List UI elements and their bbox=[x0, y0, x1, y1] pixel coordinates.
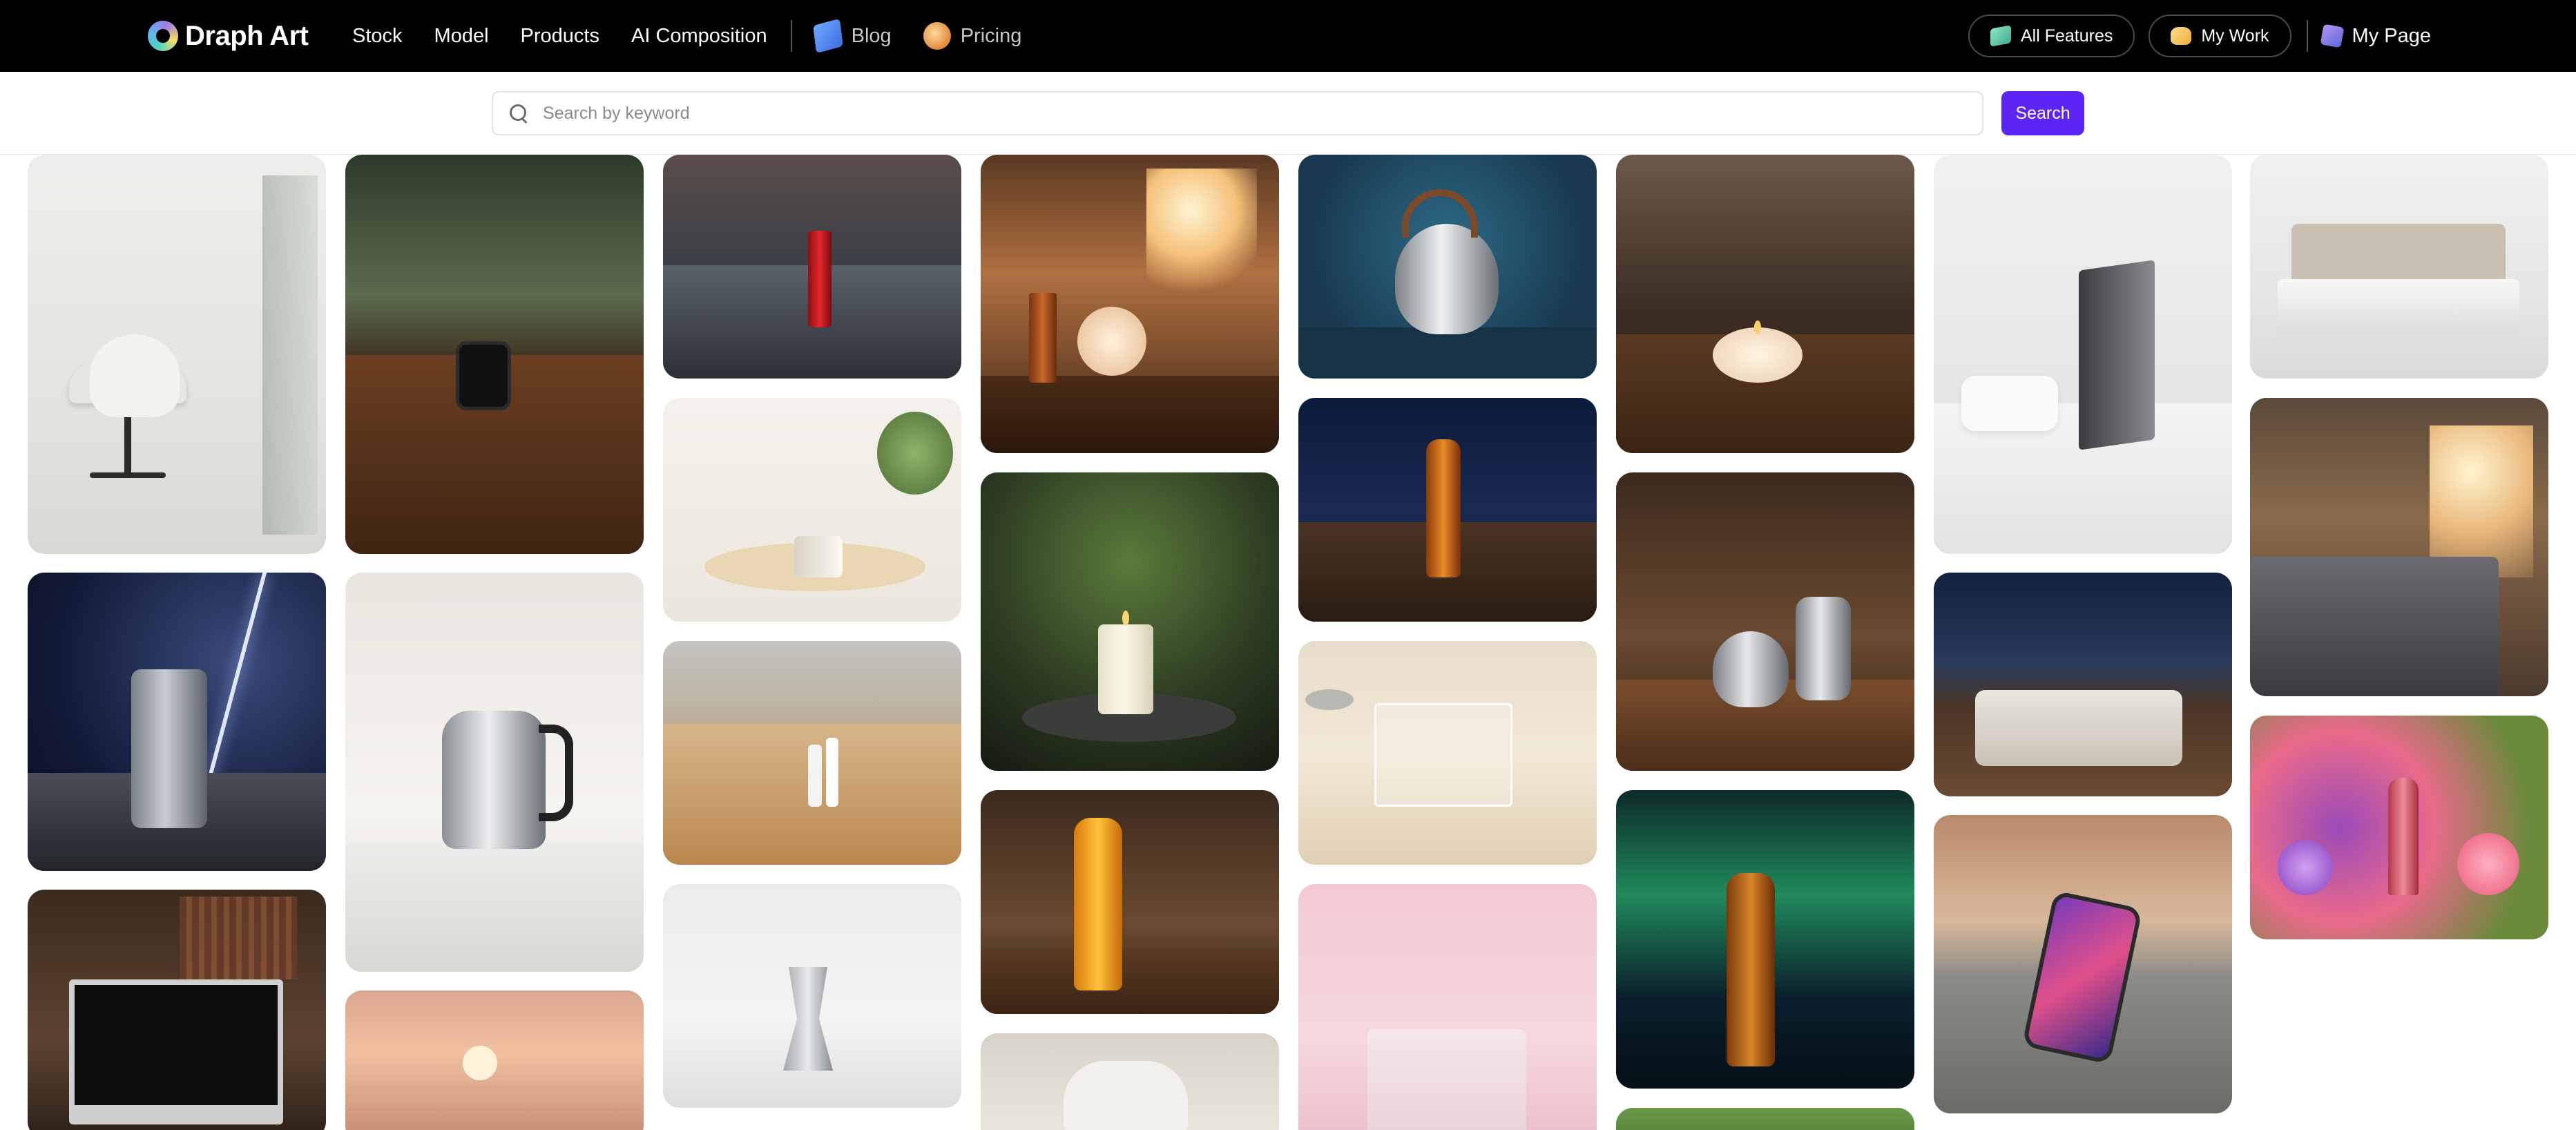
all-features-label: All Features bbox=[2021, 26, 2113, 46]
nav-stock[interactable]: Stock bbox=[352, 25, 403, 48]
gallery-image-acrylic-box[interactable] bbox=[1298, 641, 1597, 865]
gallery-image-moka-pot[interactable] bbox=[663, 884, 961, 1108]
nav-right: All Features My Work My Page bbox=[1954, 0, 2431, 72]
nav-divider bbox=[2306, 20, 2308, 52]
gallery-image-cafe-candle[interactable] bbox=[1616, 155, 1914, 453]
gallery-image-smartwatch-table[interactable] bbox=[345, 155, 644, 554]
search-input[interactable] bbox=[543, 94, 1982, 133]
features-icon bbox=[1990, 25, 2011, 47]
gallery-image-steaming-kettle[interactable] bbox=[1298, 155, 1597, 379]
search-icon bbox=[508, 103, 529, 124]
gallery-image-pink-box[interactable] bbox=[1298, 884, 1597, 1130]
main-nav: Stock Model Products AI Composition Blog… bbox=[352, 0, 1053, 72]
gallery-image-orange-juice-bottle[interactable] bbox=[981, 790, 1279, 1014]
nav-divider bbox=[790, 20, 792, 52]
nav-blog-label: Blog bbox=[851, 24, 892, 47]
search-box bbox=[492, 91, 1983, 135]
nav-products[interactable]: Products bbox=[521, 25, 599, 48]
gallery-image-twin-kettles[interactable] bbox=[1616, 472, 1914, 771]
folder-icon bbox=[2171, 27, 2192, 45]
gallery-image-lightning-can[interactable] bbox=[28, 573, 326, 871]
gallery-image-street-lip-balm[interactable] bbox=[663, 155, 961, 379]
gallery-image-beer-night-balcony[interactable] bbox=[1298, 398, 1597, 622]
my-page-link[interactable]: My Page bbox=[2320, 23, 2431, 48]
blog-icon bbox=[812, 18, 843, 54]
gallery-image-beer-aurora[interactable] bbox=[1616, 790, 1914, 1089]
search-bar-section: Search bbox=[0, 72, 2576, 155]
top-navbar: Draph Art Stock Model Products AI Compos… bbox=[0, 0, 2576, 72]
my-work-button[interactable]: My Work bbox=[2149, 15, 2291, 57]
search-button[interactable]: Search bbox=[2001, 91, 2084, 135]
gallery-image-white-chair[interactable] bbox=[981, 1033, 1279, 1130]
gallery-image-lipstick-flowers[interactable] bbox=[2250, 716, 2548, 939]
brand-name: Draph Art bbox=[185, 20, 309, 51]
nav-pricing[interactable]: Pricing bbox=[923, 22, 1022, 50]
nav-ai-composition[interactable]: AI Composition bbox=[631, 25, 767, 48]
gallery-image-electric-kettle[interactable] bbox=[345, 573, 644, 972]
gallery-image-lip-balm-sticks[interactable] bbox=[663, 641, 961, 865]
gallery-image-cosmetic-jar[interactable] bbox=[663, 398, 961, 622]
gallery-image-upholstered-bed[interactable] bbox=[2250, 155, 2548, 379]
gallery-image-bedroom-night[interactable] bbox=[1934, 573, 2232, 796]
gallery-image-sunset-hills[interactable] bbox=[345, 990, 644, 1130]
draph-logo-icon bbox=[148, 21, 178, 51]
all-features-button[interactable]: All Features bbox=[1968, 15, 2135, 57]
brand-logo-link[interactable]: Draph Art bbox=[148, 18, 309, 54]
gallery-image-unmade-bed-sunlight[interactable] bbox=[2250, 398, 2548, 696]
gallery-image-office-chair[interactable] bbox=[28, 155, 326, 554]
nav-pricing-label: Pricing bbox=[960, 24, 1022, 47]
pricing-icon bbox=[923, 22, 951, 50]
nav-model[interactable]: Model bbox=[434, 25, 489, 48]
nav-blog[interactable]: Blog bbox=[812, 18, 892, 54]
my-work-label: My Work bbox=[2201, 26, 2269, 46]
gallery-image-candle-bonsai[interactable] bbox=[981, 472, 1279, 771]
gallery-image-smartphone-plaza[interactable] bbox=[1934, 815, 2232, 1113]
gallery-image-green-tree[interactable] bbox=[1616, 1108, 1914, 1130]
my-page-label: My Page bbox=[2352, 24, 2431, 47]
image-gallery bbox=[0, 155, 2576, 1130]
gallery-image-imac-desk[interactable] bbox=[28, 890, 326, 1130]
gallery-image-amber-drink-window[interactable] bbox=[981, 155, 1279, 453]
gallery-image-monitor-living-room[interactable] bbox=[1934, 155, 2232, 554]
profile-cube-icon bbox=[2320, 23, 2344, 48]
